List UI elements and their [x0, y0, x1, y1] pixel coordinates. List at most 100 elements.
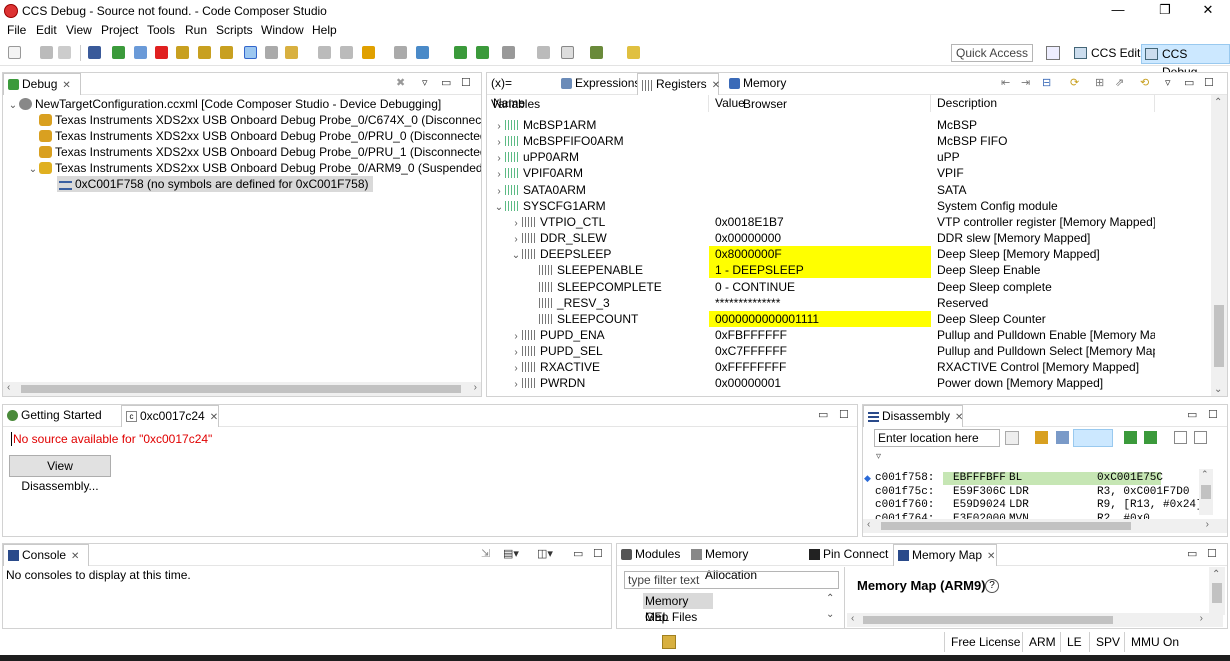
- collapse-icon[interactable]: ⌄: [493, 200, 505, 214]
- debug-config-icon[interactable]: [88, 46, 101, 59]
- registers-vscrollbar[interactable]: ⌃ ⌄: [1211, 95, 1227, 396]
- step-into-icon[interactable]: [176, 46, 189, 59]
- close-icon[interactable]: ✕: [62, 80, 70, 91]
- close-icon[interactable]: ✕: [987, 551, 995, 562]
- connect-icon[interactable]: [265, 46, 278, 59]
- status-task-icon[interactable]: [662, 635, 676, 649]
- register-value-cell[interactable]: 0000000000001111: [709, 310, 931, 327]
- scroll-thumb[interactable]: [881, 522, 1131, 530]
- continuous-refresh-icon[interactable]: ⟲: [1140, 76, 1149, 89]
- register-row[interactable]: › uPP0ARM uPP: [487, 149, 1213, 165]
- tab-debug[interactable]: Debug ✕: [3, 73, 81, 95]
- view-menu-icon[interactable]: ▿: [422, 76, 428, 89]
- save-all-icon[interactable]: [58, 46, 71, 59]
- maximize-icon[interactable]: ☐: [1204, 76, 1214, 89]
- menu-tools[interactable]: Tools: [147, 23, 175, 37]
- tab-memory-map[interactable]: Memory Map ✕: [893, 544, 997, 566]
- menu-project[interactable]: Project: [101, 23, 138, 37]
- scroll-thumb[interactable]: [21, 385, 461, 393]
- expand-icon[interactable]: ›: [510, 216, 522, 230]
- maximize-icon[interactable]: ☐: [593, 547, 603, 560]
- register-row[interactable]: › PUPD_ENA 0xFBFFFFFF Pullup and Pulldown E…: [487, 327, 1213, 343]
- debug-hscrollbar[interactable]: ‹ ›: [3, 382, 481, 396]
- step-asm-icon[interactable]: [1124, 431, 1137, 444]
- go-icon[interactable]: [1005, 431, 1019, 445]
- register-value-cell[interactable]: 0x00000000: [709, 230, 931, 246]
- perspective-ccs-edit[interactable]: CCS Edit: [1071, 44, 1144, 64]
- register-row[interactable]: › VPIF0ARM VPIF: [487, 165, 1213, 181]
- register-value-cell[interactable]: [709, 149, 931, 165]
- tab-source[interactable]: c 0xc0017c24 ✕: [121, 405, 219, 427]
- register-value-cell[interactable]: 0xFBFFFFFF: [709, 327, 931, 343]
- register-row[interactable]: _RESV_3 ************** Reserved: [487, 295, 1213, 311]
- remove-terminated-icon[interactable]: ✖: [396, 76, 405, 89]
- expand-icon[interactable]: ›: [510, 361, 522, 375]
- menu-edit[interactable]: Edit: [36, 23, 57, 37]
- close-button[interactable]: ✕: [1186, 0, 1230, 22]
- new-view-icon[interactable]: [1174, 431, 1187, 444]
- tools-icon[interactable]: [502, 46, 515, 59]
- register-row[interactable]: › PUPD_SEL 0xC7FFFFFF Pullup and Pulldown S…: [487, 343, 1213, 359]
- menu-scripts[interactable]: Scripts: [216, 23, 253, 37]
- collapse-all-icon[interactable]: ⊟: [1042, 76, 1051, 89]
- scroll-up-icon[interactable]: ⌃: [1212, 569, 1220, 580]
- toolbar-icon-b[interactable]: ⇥: [1021, 76, 1030, 89]
- step-return-icon[interactable]: [220, 46, 233, 59]
- expand-icon[interactable]: ›: [510, 232, 522, 246]
- close-icon[interactable]: ✕: [71, 551, 79, 562]
- register-value-cell[interactable]: 0x8000000F: [709, 246, 931, 263]
- pin-console-icon[interactable]: ⇲: [481, 547, 490, 560]
- scroll-down-icon[interactable]: ⌄: [826, 609, 834, 620]
- maximize-icon[interactable]: ☐: [1207, 547, 1217, 560]
- tree-item-arm9[interactable]: ⌄ Texas Instruments XDS2xx USB Onboard De…: [27, 160, 481, 178]
- register-value-cell[interactable]: 0xC7FFFFFF: [709, 343, 931, 359]
- register-row[interactable]: ⌄ DEEPSLEEP 0x8000000F Deep Sleep [Memory M…: [487, 246, 1213, 263]
- list-item-gel-files[interactable]: GEL Files: [643, 609, 697, 625]
- tree-item-pru0[interactable]: Texas Instruments XDS2xx USB Onboard Deb…: [39, 128, 481, 144]
- expand-icon[interactable]: ›: [510, 329, 522, 343]
- save-icon[interactable]: [40, 46, 53, 59]
- register-row[interactable]: › VTPIO_CTL 0x0018E1B7 VTP controller regis…: [487, 214, 1213, 230]
- export-icon[interactable]: ⇗: [1115, 76, 1124, 89]
- tab-expressions[interactable]: Expressions: [557, 73, 640, 95]
- menu-view[interactable]: View: [66, 23, 92, 37]
- register-row[interactable]: › PWRDN 0x00000001 Power down [Memory Mappe…: [487, 375, 1213, 391]
- step-over-asm-icon[interactable]: [454, 46, 467, 59]
- tab-memory-browser[interactable]: Memory Browser: [725, 73, 831, 111]
- disassembly-vscrollbar[interactable]: ⌃: [1199, 469, 1213, 515]
- menu-file[interactable]: File: [7, 23, 26, 37]
- minimize-button[interactable]: —: [1096, 0, 1140, 22]
- restore-button[interactable]: ❐: [1143, 0, 1187, 22]
- scroll-left-icon[interactable]: ‹: [851, 613, 854, 624]
- location-input[interactable]: Enter location here: [874, 429, 1000, 447]
- collapse-icon[interactable]: ⌄: [7, 98, 19, 114]
- tree-item-stack-frame[interactable]: 0xC001F758 (no symbols are defined for 0…: [57, 176, 373, 192]
- reset-icon[interactable]: [362, 46, 375, 59]
- open-perspective-icon[interactable]: [1046, 46, 1060, 60]
- expand-icon[interactable]: ›: [493, 119, 505, 133]
- register-row[interactable]: SLEEPENABLE 1 - DEEPSLEEP Deep Sleep Enabl…: [487, 262, 1213, 279]
- column-header-description[interactable]: Description: [931, 95, 1155, 112]
- tab-disassembly[interactable]: Disassembly ✕: [863, 405, 963, 427]
- nav-icon[interactable]: [1035, 431, 1048, 444]
- register-value-cell[interactable]: **************: [709, 295, 931, 311]
- view-menu-icon[interactable]: ▿: [876, 451, 881, 462]
- register-value-cell[interactable]: [709, 182, 931, 198]
- expand-icon[interactable]: ›: [493, 167, 505, 181]
- scroll-left-icon[interactable]: ‹: [7, 382, 10, 393]
- terminate-icon[interactable]: [155, 46, 168, 59]
- maximize-icon[interactable]: ☐: [1208, 408, 1218, 421]
- toolbar-icon-a[interactable]: ⇤: [1001, 76, 1010, 89]
- disassembly-hscrollbar[interactable]: ‹ ›: [863, 519, 1227, 533]
- maximize-icon[interactable]: ☐: [839, 408, 849, 421]
- menu-help[interactable]: Help: [312, 23, 337, 37]
- expand-icon[interactable]: ›: [493, 135, 505, 149]
- minimize-icon[interactable]: ▭: [441, 76, 451, 89]
- tree-item-pru1[interactable]: Texas Instruments XDS2xx USB Onboard Deb…: [39, 144, 481, 160]
- filter-input[interactable]: type filter text: [624, 571, 839, 589]
- column-header-name[interactable]: Name: [487, 95, 709, 112]
- open-console-icon[interactable]: ◫▾: [537, 547, 553, 560]
- collapse-icon[interactable]: ⌄: [27, 162, 39, 178]
- minimize-icon[interactable]: ▭: [1187, 408, 1197, 421]
- resume-icon[interactable]: [112, 46, 125, 59]
